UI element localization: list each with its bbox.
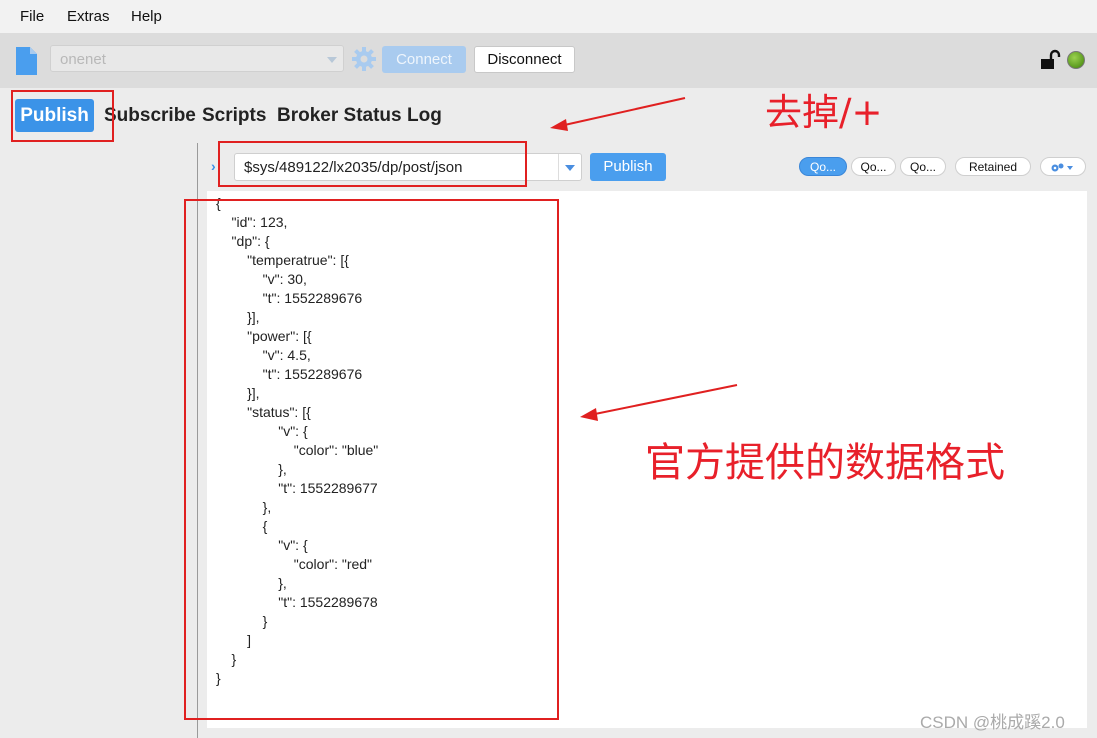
watermark: CSDN @桃成蹊2.0 — [920, 713, 1065, 732]
annotation-arrows — [550, 97, 738, 421]
annotation-arrow-payload — [589, 384, 738, 416]
annotation-remove-note: 去掉/+ — [765, 91, 883, 134]
annotation-arrowhead-topic — [550, 119, 568, 131]
annotation-format-note: 官方提供的数据格式 — [645, 440, 1005, 486]
annotation-arrow-topic — [559, 97, 686, 127]
annotation-arrowhead-payload — [580, 408, 598, 421]
